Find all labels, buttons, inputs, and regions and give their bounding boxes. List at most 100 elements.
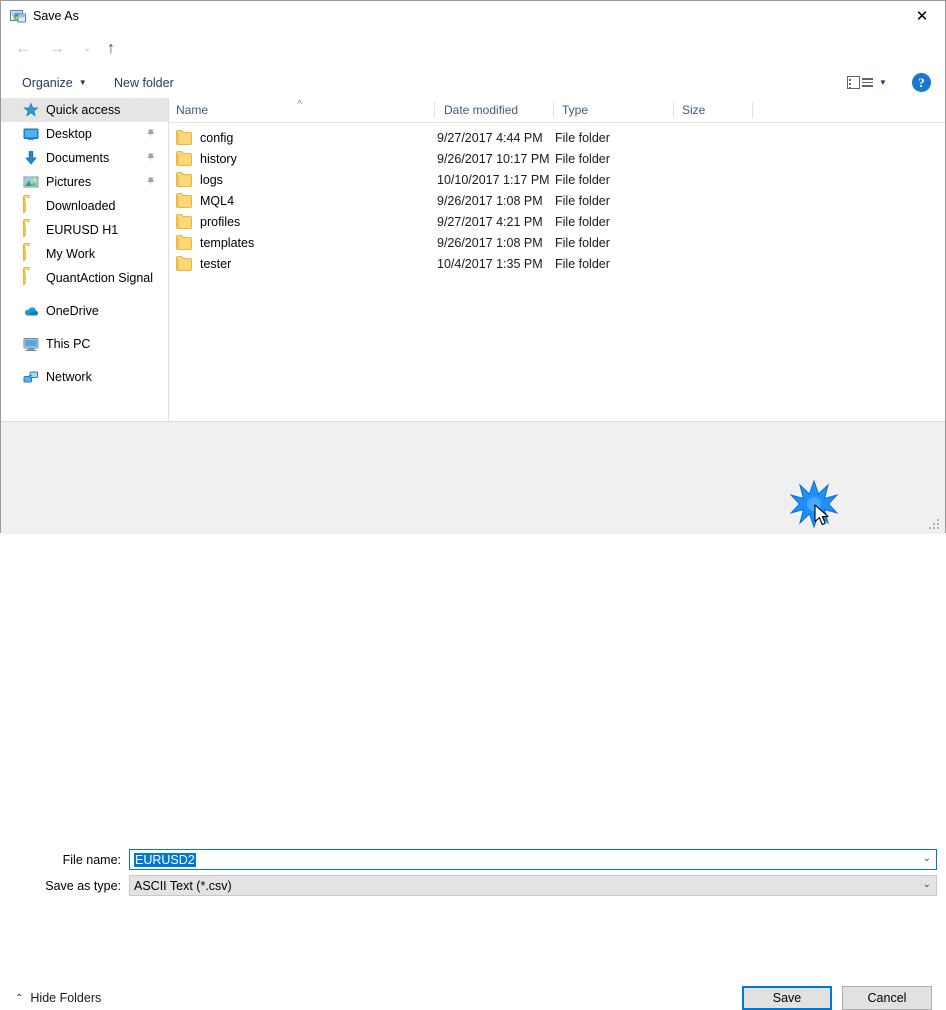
date-modified-cell: 9/27/2017 4:44 PM — [437, 130, 543, 145]
save-as-type-value: ASCII Text (*.csv) — [134, 878, 232, 893]
folder-icon — [176, 235, 192, 250]
table-row[interactable]: templates 9/26/2017 1:08 PM File folder — [169, 232, 945, 253]
table-row[interactable]: logs 10/10/2017 1:17 PM File folder — [169, 169, 945, 190]
type-cell: File folder — [555, 235, 610, 250]
folder-icon — [176, 130, 192, 145]
cancel-button[interactable]: Cancel — [842, 986, 932, 1010]
chevron-down-icon[interactable]: ⌄ — [923, 853, 931, 864]
date-modified-cell: 10/4/2017 1:35 PM — [437, 256, 543, 271]
up-icon[interactable]: ↑ — [99, 37, 123, 61]
table-row[interactable]: tester 10/4/2017 1:35 PM File folder — [169, 253, 945, 274]
sidebar-item-label: OneDrive — [46, 304, 99, 318]
file-name-text: templates — [200, 235, 255, 250]
help-button[interactable]: ? — [912, 73, 931, 92]
organize-label: Organize — [22, 75, 73, 90]
save-as-app-icon — [10, 8, 26, 24]
date-modified-cell: 9/26/2017 10:17 PM — [437, 151, 550, 166]
column-divider[interactable] — [553, 102, 554, 118]
sidebar-item-network[interactable]: Network — [1, 365, 168, 389]
file-name-cell: MQL4 — [176, 193, 234, 208]
folder-icon — [23, 245, 39, 262]
folder-icon — [176, 151, 192, 166]
file-name-cell: profiles — [176, 214, 240, 229]
pin-icon[interactable] — [145, 152, 156, 163]
documents-download-icon — [23, 150, 39, 166]
sidebar-item-label: Quick access — [46, 103, 121, 117]
forward-icon[interactable]: → — [45, 37, 69, 61]
organize-button[interactable]: Organize ▼ — [14, 67, 95, 98]
pictures-icon — [23, 174, 39, 190]
column-header-name[interactable]: Name ˄ — [169, 97, 437, 122]
content-area: Quick access Desktop Documents Pictures Down… — [1, 97, 945, 421]
column-divider[interactable] — [673, 102, 674, 118]
folder-icon — [176, 256, 192, 271]
this-pc-icon — [23, 336, 39, 352]
sidebar-item-downloaded[interactable]: Downloaded — [1, 194, 168, 218]
sidebar-item-desktop[interactable]: Desktop — [1, 122, 168, 146]
new-folder-label: New folder — [114, 75, 174, 90]
hide-folders-button[interactable]: ⌃ Hide Folders — [15, 991, 101, 1005]
sidebar-item-pictures[interactable]: Pictures — [1, 170, 168, 194]
sort-ascending-icon: ˄ — [297, 97, 303, 107]
back-icon[interactable]: ← — [11, 37, 35, 61]
chevron-down-icon: ▼ — [78, 78, 87, 87]
file-rows: config 9/27/2017 4:44 PM File folder histor… — [169, 123, 945, 274]
save-as-type-select[interactable]: ASCII Text (*.csv) ⌄ — [129, 875, 937, 896]
sidebar-item-label: Pictures — [46, 175, 92, 189]
column-header-date-modified[interactable]: Date modified — [437, 98, 555, 122]
resize-grip[interactable] — [929, 519, 941, 531]
column-divider[interactable] — [434, 102, 435, 118]
folder-icon — [176, 214, 192, 229]
close-icon[interactable]: ✕ — [899, 1, 945, 31]
file-name-text: logs — [200, 172, 223, 187]
file-name-input[interactable]: EURUSD2 ⌄ — [129, 849, 937, 870]
sidebar-item-label: EURUSD H1 — [46, 223, 119, 237]
column-header-size[interactable]: Size — [675, 98, 753, 122]
view-layout-icon — [847, 76, 860, 89]
file-name-cell: tester — [176, 256, 231, 271]
column-divider[interactable] — [752, 102, 753, 118]
sidebar-item-this-pc[interactable]: This PC — [1, 332, 168, 356]
title-bar: Save As ✕ — [1, 1, 945, 31]
onedrive-cloud-icon — [23, 303, 39, 319]
type-cell: File folder — [555, 151, 610, 166]
network-icon — [23, 369, 39, 385]
navigation-bar: ← → ⌄ ↑ « › Roaming › MetaQuotes › Termi… — [1, 31, 945, 91]
pin-icon[interactable] — [145, 128, 156, 139]
new-folder-button[interactable]: New folder — [106, 67, 182, 98]
table-row[interactable]: MQL4 9/26/2017 1:08 PM File folder — [169, 190, 945, 211]
sidebar-item-quantaction-signal[interactable]: QuantAction Signal — [1, 266, 168, 290]
pin-icon[interactable] — [145, 176, 156, 187]
date-modified-cell: 9/26/2017 1:08 PM — [437, 193, 543, 208]
change-view-button[interactable]: ▼ — [847, 72, 893, 93]
sidebar-item-eurusd-h1[interactable]: EURUSD H1 — [1, 218, 168, 242]
sidebar-item-quick-access[interactable]: Quick access — [1, 98, 168, 122]
table-row[interactable]: config 9/27/2017 4:44 PM File folder — [169, 127, 945, 148]
column-headers: Name ˄ Date modified Type Size — [169, 97, 945, 123]
type-cell: File folder — [555, 193, 610, 208]
folder-icon — [176, 193, 192, 208]
sidebar-item-label: Network — [46, 370, 92, 384]
sidebar-item-my-work[interactable]: My Work — [1, 242, 168, 266]
file-list: Name ˄ Date modified Type Size config 9/2… — [169, 97, 945, 421]
chevron-down-icon[interactable]: ⌄ — [923, 879, 931, 890]
star-icon — [23, 102, 39, 118]
column-header-name-label: Name — [176, 103, 209, 117]
recent-locations-chevron-down-icon[interactable]: ⌄ — [75, 37, 99, 61]
sidebar-group-spacer — [1, 323, 168, 332]
file-name-cell: logs — [176, 172, 223, 187]
save-button[interactable]: Save — [742, 986, 832, 1010]
sidebar-item-label: Documents — [46, 151, 110, 165]
column-header-type[interactable]: Type — [555, 98, 675, 122]
table-row[interactable]: profiles 9/27/2017 4:21 PM File folder — [169, 211, 945, 232]
sidebar-item-onedrive[interactable]: OneDrive — [1, 299, 168, 323]
hide-folders-label: Hide Folders — [30, 991, 102, 1005]
sidebar-item-label: Downloaded — [46, 199, 116, 213]
table-row[interactable]: history 9/26/2017 10:17 PM File folder — [169, 148, 945, 169]
sidebar-item-documents[interactable]: Documents — [1, 146, 168, 170]
sidebar-item-label: Desktop — [46, 127, 92, 141]
sidebar-item-label: QuantAction Signal — [46, 271, 154, 285]
folder-icon — [176, 172, 192, 187]
folder-icon — [23, 269, 39, 286]
folder-icon — [23, 197, 39, 214]
